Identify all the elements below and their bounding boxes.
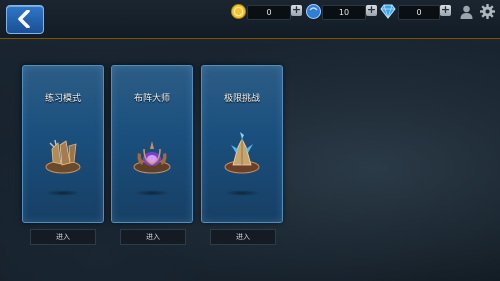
art-shadow (45, 190, 81, 196)
enter-button-practice[interactable]: 进入 (30, 229, 96, 245)
mode-title: 布阵大师 (133, 94, 170, 104)
art-shadow (134, 190, 170, 196)
mode-card-practice[interactable]: 练习模式 (22, 65, 104, 223)
gold-amount: 0 (247, 5, 291, 20)
blue-orb-icon (306, 4, 321, 19)
user-icon[interactable] (460, 5, 473, 19)
top-bar: 0 + 10 + 0 + (0, 0, 500, 39)
ice-crystal-icon (224, 132, 260, 174)
diamond-amount: 0 (398, 5, 440, 20)
crystal-altar-icon (133, 141, 171, 174)
mode-card-challenge[interactable]: 极限挑战 (201, 65, 283, 223)
add-crystal-button[interactable]: + (366, 4, 377, 16)
mode-title: 练习模式 (44, 94, 81, 104)
add-gold-button[interactable]: + (291, 4, 302, 16)
gear-icon[interactable] (480, 4, 495, 19)
art-shadow (224, 190, 260, 196)
add-diamond-button[interactable]: + (440, 4, 451, 16)
back-arrow-icon (18, 10, 30, 28)
back-button[interactable] (6, 5, 44, 34)
gold-coin-icon (231, 4, 246, 19)
mode-title: 极限挑战 (223, 94, 260, 104)
enter-button-challenge[interactable]: 进入 (210, 229, 276, 245)
broken-shield-icon (45, 139, 81, 174)
enter-button-formation[interactable]: 进入 (120, 229, 186, 245)
mode-card-formation[interactable]: 布阵大师 (111, 65, 193, 223)
crystal-amount: 10 (322, 5, 366, 20)
diamond-icon (380, 4, 396, 19)
